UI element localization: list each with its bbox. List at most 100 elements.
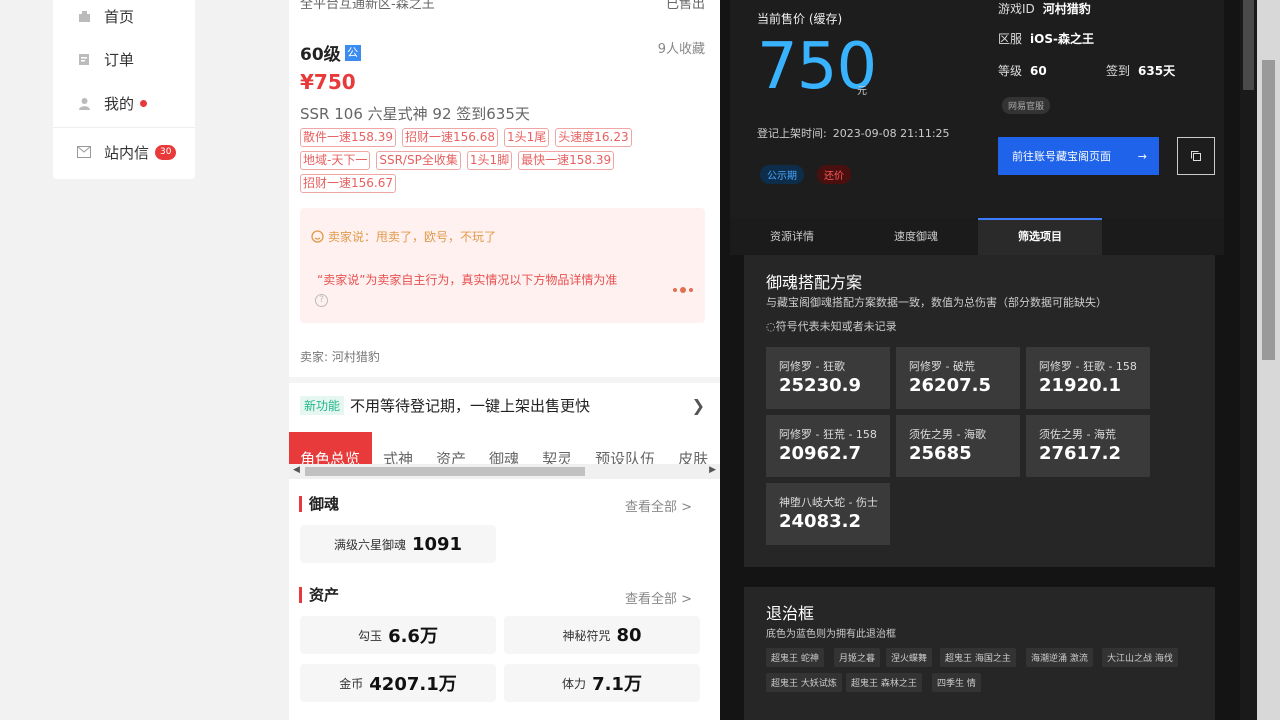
tab-skins[interactable]: 皮肤 bbox=[667, 432, 720, 468]
promo-banner[interactable]: 新功能 不用等待登记期，一键上架出售更快 ❯ bbox=[300, 395, 705, 416]
cell-name: 神堕八岐大蛇 - 伤士 bbox=[779, 496, 878, 509]
tab-yuhun[interactable]: 御魂 bbox=[478, 432, 531, 468]
kv-label: 区服 bbox=[998, 32, 1023, 46]
tabs-scrollbar[interactable]: ◀ ▶ bbox=[289, 464, 720, 479]
copy-button[interactable] bbox=[1177, 137, 1215, 175]
new-feature-badge: 新功能 bbox=[300, 396, 345, 415]
yuhun-see-all-link[interactable]: 查看全部 > bbox=[625, 496, 692, 515]
yuhun-stat: 满级六星御魂 1091 bbox=[300, 525, 496, 563]
goto-treasure-page-button[interactable]: 前往账号藏宝阁页面 → bbox=[998, 137, 1159, 175]
stat-value: 7.1万 bbox=[592, 674, 642, 695]
stat-label: 金币 bbox=[339, 676, 364, 691]
order-icon bbox=[77, 52, 91, 66]
kv-label: 游戏ID bbox=[998, 2, 1035, 16]
frame-chip: 超鬼王 蛇神 bbox=[766, 648, 824, 667]
stat-label: 体力 bbox=[562, 676, 587, 691]
yuhun-section-title: 御魂 bbox=[299, 496, 339, 512]
level-info: 等级 60 bbox=[998, 62, 1047, 79]
kv-value: 60 bbox=[1030, 64, 1047, 78]
side-nav: 首页 订单 我的 站内信 30 bbox=[53, 0, 195, 179]
promo-text: 不用等待登记期，一键上架出售更快 bbox=[350, 397, 591, 415]
tab-resource-detail[interactable]: 资源详情 bbox=[730, 218, 854, 255]
asset-stat-talisman: 神秘符咒 80 bbox=[504, 616, 700, 654]
official-server-badge: 网易官服 bbox=[1002, 97, 1051, 114]
chevron-right-icon: ❯ bbox=[691, 396, 705, 415]
detail-summary: 当前售价 (缓存) 750 元 登记上架时间: 2023-09-08 21:11:… bbox=[730, 0, 1224, 218]
frame-chip: 超鬼王 森林之王 bbox=[846, 673, 922, 692]
kv-label: 签到 bbox=[1106, 64, 1131, 78]
scrollbar-thumb[interactable] bbox=[305, 467, 585, 476]
tab-shikigami[interactable]: 式神 bbox=[372, 432, 425, 468]
frames-title: 退治框 bbox=[766, 604, 815, 623]
help-icon[interactable]: ? bbox=[315, 294, 328, 307]
cell-value: 20962.7 bbox=[779, 443, 861, 464]
nav-item-orders[interactable]: 订单 bbox=[77, 47, 134, 71]
stat-label: 满级六星御魂 bbox=[333, 537, 406, 552]
nav-label: 订单 bbox=[104, 50, 135, 69]
server-info: 区服 iOS-森之王 bbox=[998, 30, 1094, 47]
kv-value: iOS-森之王 bbox=[1030, 32, 1094, 46]
copy-icon bbox=[1191, 151, 1201, 161]
feature-tag: 1头1尾 bbox=[504, 128, 550, 147]
seller-says-text: 卖家说：甩卖了，欧号，不玩了 bbox=[328, 230, 497, 244]
assets-section-title: 资产 bbox=[299, 587, 339, 603]
frame-chip: 超鬼王 海国之主 bbox=[940, 648, 1016, 667]
account-level: 60级 公 bbox=[300, 40, 361, 65]
frames-desc: 底色为蓝色则为拥有此退治框 bbox=[766, 629, 896, 640]
scrollbar-thumb[interactable] bbox=[1243, 0, 1254, 90]
frame-chip: 超鬼王 大妖试炼 bbox=[766, 673, 842, 692]
scrollbar-thumb[interactable] bbox=[1262, 60, 1275, 360]
feature-tag: 1头1脚 bbox=[466, 151, 513, 170]
page-scrollbar[interactable] bbox=[1257, 0, 1280, 720]
loading-dots-icon bbox=[673, 287, 693, 293]
tab-qiling[interactable]: 契灵 bbox=[531, 432, 584, 468]
listed-label: 登记上架时间: bbox=[757, 127, 827, 140]
home-icon bbox=[77, 9, 91, 23]
tab-preset-team[interactable]: 预设队伍 bbox=[584, 432, 667, 468]
stat-value: 4207.1万 bbox=[369, 674, 457, 695]
listed-time: 登记上架时间: 2023-09-08 21:11:25 bbox=[757, 125, 950, 141]
yuhun-plan-cell: 阿修罗 - 狂歌 - 158 21920.1 bbox=[1026, 347, 1150, 409]
scroll-right-icon[interactable]: ▶ bbox=[709, 465, 716, 475]
yuhun-plan-desc: 与藏宝阁御魂搭配方案数据一致，数值为总伤害（部分数据可能缺失） bbox=[766, 296, 1107, 309]
yuhun-plan-note: ◌符号代表未知或者未记录 bbox=[766, 320, 897, 333]
cell-value: 27617.2 bbox=[1039, 443, 1121, 464]
listing-panel: 全平台互通新区-森之王 已售出 60级 公 9人收藏 ¥750 SSR 106 … bbox=[289, 0, 720, 720]
tab-overview[interactable]: 角色总览 bbox=[289, 432, 373, 468]
frame-chip: 四季生 情 bbox=[932, 673, 981, 692]
detail-scrollbar[interactable] bbox=[1240, 0, 1257, 720]
nav-item-mine[interactable]: 我的 bbox=[77, 91, 148, 115]
feature-tag: 最快一速158.39 bbox=[518, 151, 615, 170]
kv-label: 等级 bbox=[998, 64, 1023, 78]
nav-label: 首页 bbox=[104, 7, 135, 26]
detail-panel: 当前售价 (缓存) 750 元 登记上架时间: 2023-09-08 21:11:… bbox=[720, 0, 1280, 720]
cell-name: 须佐之男 - 海歌 bbox=[909, 428, 986, 441]
cell-name: 须佐之男 - 海荒 bbox=[1039, 428, 1116, 441]
cell-value: 21920.1 bbox=[1039, 375, 1121, 396]
yuhun-plan-cell: 阿修罗 - 狂荒 - 158 20962.7 bbox=[766, 415, 890, 477]
scroll-left-icon[interactable]: ◀ bbox=[293, 465, 300, 475]
user-icon bbox=[77, 96, 91, 110]
tab-assets[interactable]: 资产 bbox=[425, 432, 478, 468]
feature-tag: 招财一速156.68 bbox=[402, 128, 498, 147]
chat-icon bbox=[311, 230, 324, 243]
feature-tags: 散件一速158.39 招财一速156.68 1头1尾 头速度16.23 地域-天… bbox=[300, 128, 710, 197]
detail-tabs: 资源详情 速度御魂 筛选项目 bbox=[730, 218, 1224, 255]
feature-tag: 散件一速158.39 bbox=[300, 128, 396, 147]
section-separator bbox=[289, 377, 720, 383]
nav-item-messages[interactable]: 站内信 30 bbox=[77, 140, 177, 164]
yuhun-plan-cell: 阿修罗 - 狂歌 25230.9 bbox=[766, 347, 890, 409]
button-label: 前往账号藏宝阁页面 bbox=[1012, 150, 1111, 163]
message-count-badge: 30 bbox=[155, 144, 177, 160]
tab-speed-yuhun[interactable]: 速度御魂 bbox=[854, 218, 978, 255]
level-text: 60级 bbox=[300, 45, 341, 65]
yuhun-plan-cell: 神堕八岐大蛇 - 伤士 24083.2 bbox=[766, 483, 890, 545]
cell-value: 25685 bbox=[909, 443, 972, 464]
tab-filter-items[interactable]: 筛选项目 bbox=[978, 218, 1102, 255]
seller-says: 卖家说：甩卖了，欧号，不玩了 bbox=[311, 228, 496, 245]
signin-info: 签到 635天 bbox=[1106, 62, 1175, 79]
assets-see-all-link[interactable]: 查看全部 > bbox=[625, 588, 692, 607]
nav-label: 站内信 bbox=[104, 143, 150, 162]
notification-dot bbox=[140, 99, 148, 107]
nav-item-home[interactable]: 首页 bbox=[77, 4, 134, 28]
